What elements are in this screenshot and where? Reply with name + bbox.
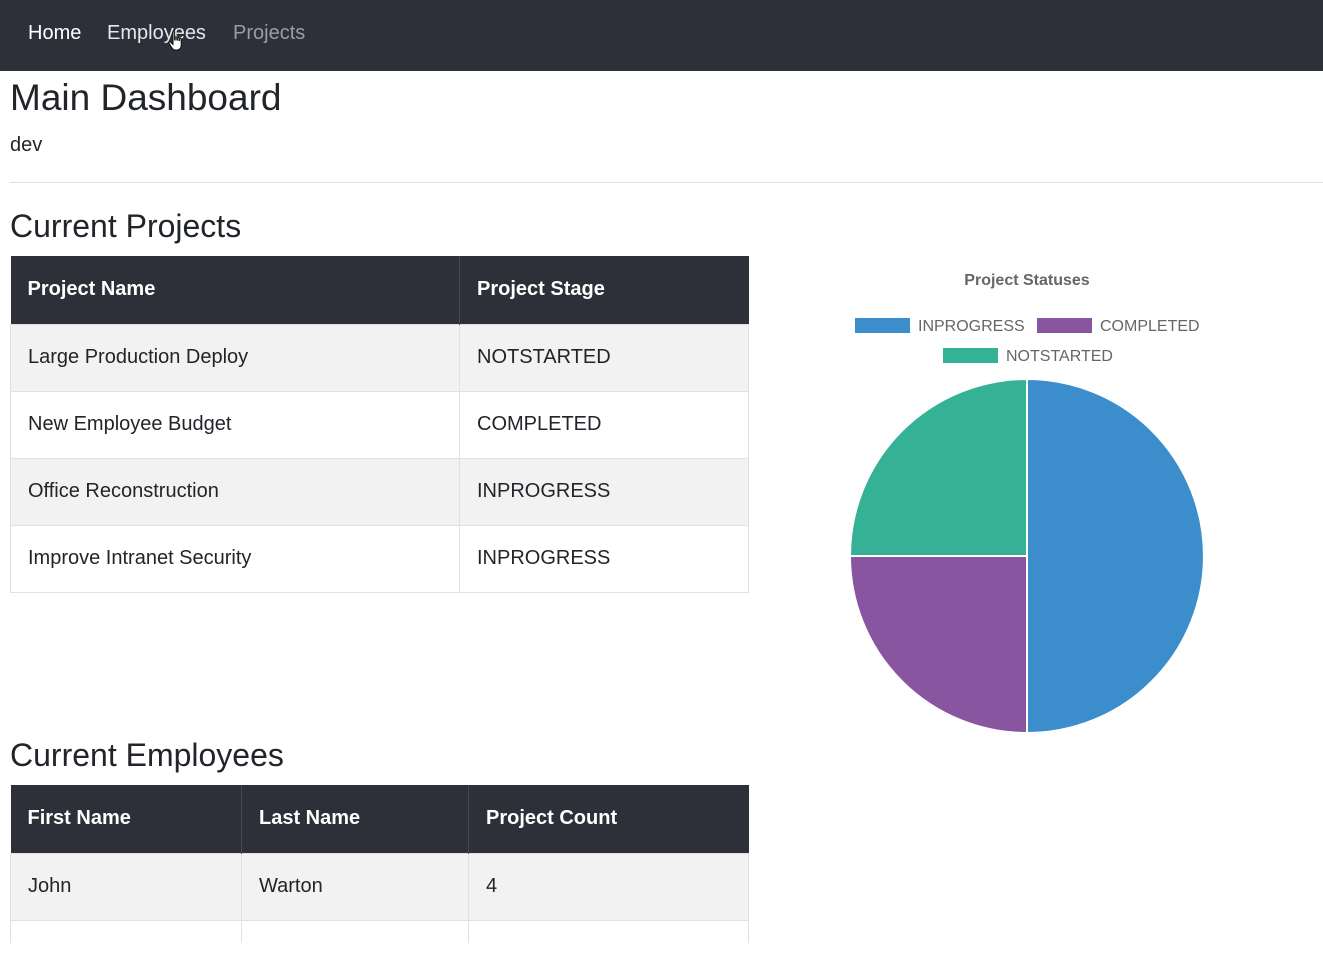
employees-table: First Name Last Name Project Count John … xyxy=(10,785,749,954)
table-row: Office Reconstruction INPROGRESS xyxy=(10,457,749,526)
legend-swatch[interactable] xyxy=(855,318,910,333)
column-header: Project Stage xyxy=(459,256,749,324)
first-name-cell: John xyxy=(10,852,242,921)
table-row: Improve Intranet Security INPROGRESS xyxy=(10,524,749,593)
viewport-edge xyxy=(0,943,1323,954)
column-header: Project Count xyxy=(468,785,749,853)
nav-projects-link[interactable]: Projects xyxy=(233,21,305,45)
table-row: John Warton 4 xyxy=(10,852,749,921)
divider xyxy=(10,182,1323,183)
table-row: New Employee Budget COMPLETED xyxy=(10,390,749,459)
page-title: Main Dashboard xyxy=(10,77,282,118)
projects-table: Project Name Project Stage Large Product… xyxy=(10,256,749,593)
projects-section-title: Current Projects xyxy=(10,208,242,244)
pie-slice-inprogress[interactable] xyxy=(1026,377,1205,735)
project-stage-cell: COMPLETED xyxy=(459,390,749,459)
pie-slices xyxy=(848,377,1205,735)
hand-cursor-icon xyxy=(168,31,182,51)
project-stage-cell: INPROGRESS xyxy=(459,524,749,593)
table-header-row: First Name Last Name Project Count xyxy=(10,785,749,853)
chart-title: Project Statuses xyxy=(964,272,1089,289)
column-header: Project Name xyxy=(10,256,460,324)
last-name-cell: Warton xyxy=(241,852,469,921)
project-name-cell: Large Production Deploy xyxy=(10,323,460,392)
chart-legend: INPROGRESS COMPLETED NOTSTARTED xyxy=(855,318,1200,365)
project-stage-cell: NOTSTARTED xyxy=(459,323,749,392)
nav-home-link[interactable]: Home xyxy=(28,21,81,45)
top-navbar: Home Employees Projects xyxy=(0,0,1323,71)
legend-swatch[interactable] xyxy=(1037,318,1092,333)
pie-slice-completed[interactable] xyxy=(848,555,1028,735)
legend-swatch[interactable] xyxy=(943,348,998,363)
project-name-cell: Improve Intranet Security xyxy=(10,524,460,593)
username-text: dev xyxy=(10,134,43,156)
project-status-pie-chart: Project Statuses INPROGRESS COMPLETED NOTS… xyxy=(848,272,1205,735)
nav-employees-link[interactable]: Employees xyxy=(107,21,206,45)
legend-label[interactable]: NOTSTARTED xyxy=(1006,348,1113,365)
column-header: First Name xyxy=(10,785,242,853)
project-name-cell: New Employee Budget xyxy=(10,390,460,459)
project-name-cell: Office Reconstruction xyxy=(10,457,460,526)
column-header: Last Name xyxy=(241,785,469,853)
project-count-cell: 4 xyxy=(468,852,749,921)
employees-section-title: Current Employees xyxy=(10,737,284,773)
table-header-row: Project Name Project Stage xyxy=(10,256,749,324)
project-stage-cell: INPROGRESS xyxy=(459,457,749,526)
legend-label[interactable]: COMPLETED xyxy=(1100,318,1200,335)
pie-slice-notstarted[interactable] xyxy=(848,377,1028,557)
table-row: Large Production Deploy NOTSTARTED xyxy=(10,323,749,392)
legend-label[interactable]: INPROGRESS xyxy=(918,318,1025,335)
